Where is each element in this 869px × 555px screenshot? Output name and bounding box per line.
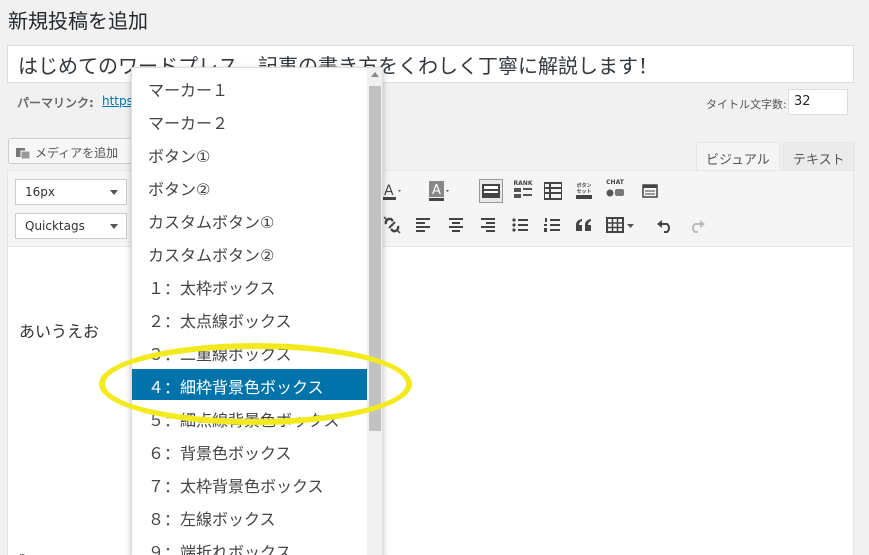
style-dropdown-menu: マーカー１ マーカー２ ボタン① ボタン② カスタムボタン① カスタムボタン② １：太枠ボッ…: [131, 67, 383, 555]
rank-label: RANK: [513, 180, 533, 187]
dropdown-item[interactable]: ボタン②: [132, 171, 367, 202]
title-count-field[interactable]: 32: [788, 89, 848, 115]
quicktags-select[interactable]: Quicktags: [15, 213, 127, 239]
page-title: 新規投稿を追加: [8, 9, 148, 33]
dropdown-item[interactable]: マーカー１: [132, 72, 367, 103]
permalink-label: パーマリンク:: [17, 96, 94, 110]
permalink-link[interactable]: https: [102, 94, 133, 108]
dropdown-item[interactable]: カスタムボタン②: [132, 237, 367, 268]
dropdown-item[interactable]: １：太枠ボックス: [132, 270, 367, 301]
tab-text[interactable]: テキスト: [783, 142, 855, 170]
keyboard-icon[interactable]: [479, 179, 503, 203]
quicktags-value: Quicktags: [25, 219, 85, 233]
font-size-select[interactable]: 16px: [15, 179, 127, 205]
table-list-icon[interactable]: [541, 179, 565, 203]
dropdown-scrollbar[interactable]: [367, 68, 382, 555]
button-set-icon[interactable]: ボタンセット: [572, 179, 596, 203]
dropdown-item[interactable]: カスタムボタン①: [132, 204, 367, 235]
dropdown-item[interactable]: ６：背景色ボックス: [132, 435, 367, 466]
dropdown-item[interactable]: ７：太枠背景色ボックス: [132, 468, 367, 499]
chat-icon[interactable]: CHAT: [603, 177, 627, 201]
dropdown-item[interactable]: ９：端折れボックス: [132, 534, 367, 555]
svg-text:A: A: [432, 183, 441, 198]
align-left-icon[interactable]: [412, 213, 436, 237]
dropdown-item[interactable]: ２：太点線ボックス: [132, 303, 367, 334]
svg-text:A: A: [384, 183, 394, 199]
editor-content[interactable]: あいうえお: [19, 318, 99, 342]
path-indicator: p: [19, 550, 26, 555]
dropdown-item[interactable]: マーカー２: [132, 105, 367, 136]
unlink-icon[interactable]: [380, 213, 404, 237]
tab-visual[interactable]: ビジュアル: [696, 142, 780, 170]
bullet-list-icon[interactable]: [508, 213, 532, 237]
dropdown-item[interactable]: ８：左線ボックス: [132, 501, 367, 532]
redo-icon[interactable]: [685, 213, 709, 237]
font-size-value: 16px: [25, 185, 55, 199]
rank-icon[interactable]: RANK: [511, 177, 535, 201]
window-icon[interactable]: [638, 179, 662, 203]
align-right-icon[interactable]: [475, 213, 499, 237]
title-count-label: タイトル文字数:: [706, 98, 787, 111]
chat-label: CHAT: [606, 179, 624, 186]
numbered-list-icon[interactable]: [540, 213, 564, 237]
align-center-icon[interactable]: [444, 213, 468, 237]
button-set-label: ボタンセット: [576, 183, 592, 195]
add-media-button[interactable]: メディアを追加: [8, 138, 136, 164]
chevron-down-icon: [110, 224, 118, 229]
media-icon: [16, 148, 31, 160]
undo-icon[interactable]: [653, 213, 677, 237]
table-icon[interactable]: [604, 213, 638, 237]
quote-icon[interactable]: [572, 213, 596, 237]
scroll-up-icon[interactable]: [371, 72, 379, 77]
add-media-label: メディアを追加: [35, 146, 119, 160]
dropdown-item[interactable]: ボタン①: [132, 138, 367, 169]
chevron-down-icon: [110, 190, 118, 195]
highlight-annotation: [99, 343, 412, 425]
background-color-icon[interactable]: A: [426, 179, 450, 203]
